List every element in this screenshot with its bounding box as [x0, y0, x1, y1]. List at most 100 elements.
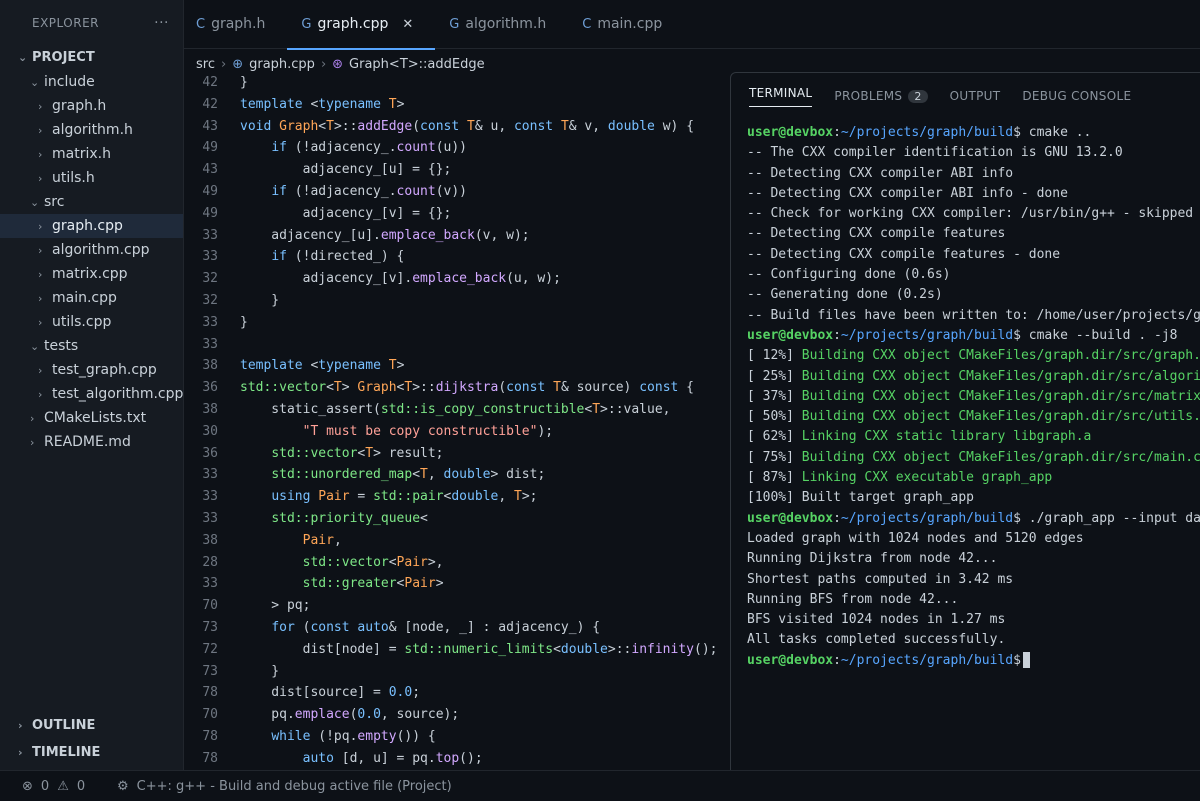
- chevron-right-icon: ›: [38, 244, 43, 257]
- line-number: 78: [202, 750, 218, 766]
- tab-algorithm-h[interactable]: Galgorithm.h: [435, 0, 568, 48]
- file-item[interactable]: › README.md: [0, 430, 183, 454]
- line-number: 78: [202, 728, 218, 744]
- file-item[interactable]: › test_graph.cpp: [0, 358, 183, 382]
- breadcrumb-separator-icon: ›: [320, 56, 327, 72]
- prompt-user: user@devbox: [747, 510, 834, 526]
- terminal-text: -- Detecting CXX compile features: [747, 226, 1006, 242]
- file-item[interactable]: › matrix.cpp: [0, 262, 183, 286]
- panel-tab-label: TERMINAL: [749, 85, 813, 100]
- build-step: Building CXX object CMakeFiles/graph.dir…: [793, 348, 1200, 364]
- terminal-line: user@devbox:~/projects/graph/build$: [747, 651, 1200, 671]
- code-text: adjacency_[u] = {};: [240, 162, 452, 178]
- chevron-right-icon: ›: [38, 100, 43, 113]
- code-text: "T must be copy constructible");: [302, 423, 554, 439]
- line-number: 36: [202, 445, 218, 461]
- line-number: 43: [202, 162, 218, 178]
- code-line: 33 std::greater<Pair>: [184, 573, 730, 595]
- code-text: dist[node] = std::numeric_limits<double>…: [240, 641, 718, 657]
- tab-main-cpp[interactable]: Cmain.cpp: [568, 0, 672, 48]
- chevron-down-icon: ⌄: [30, 196, 40, 209]
- warning-count: 0: [76, 778, 86, 794]
- explorer-title: EXPLORER: [32, 16, 99, 30]
- tab-graph-cpp[interactable]: Ggraph.cpp ✕: [287, 0, 436, 50]
- terminal-line: -- Build files have been written to: /ho…: [747, 306, 1200, 326]
- code-line: 33 using Pair = std::pair<double, T>;: [184, 486, 730, 508]
- error-count: 0: [40, 778, 50, 794]
- project-section[interactable]: ⌄ PROJECT: [0, 46, 183, 70]
- tree-item-label: graph.h: [52, 98, 107, 114]
- file-item[interactable]: › algorithm.cpp: [0, 238, 183, 262]
- code-line: 42}: [184, 72, 730, 94]
- line-number: 38: [202, 401, 218, 417]
- panel-tab-problems[interactable]: PROBLEMS 2: [834, 89, 928, 103]
- problems-indicator[interactable]: ⊗ 0 ⚠ 0: [0, 779, 117, 794]
- error-icon: ⊗: [22, 778, 33, 794]
- tree-item-label: include: [44, 74, 95, 90]
- file-item[interactable]: › graph.h: [0, 94, 183, 118]
- build-percent: [ 37%]: [747, 388, 794, 404]
- terminal-line: [ 37%] Building CXX object CMakeFiles/gr…: [747, 387, 1200, 407]
- folder-item[interactable]: ⌄ src: [0, 190, 183, 214]
- chevron-right-icon: ›: [38, 124, 43, 137]
- line-number: 28: [202, 554, 218, 570]
- prompt-user: user@devbox: [747, 652, 834, 668]
- more-actions-icon[interactable]: ···: [154, 15, 169, 31]
- file-item[interactable]: › graph.cpp: [0, 214, 183, 238]
- terminal-output[interactable]: user@devbox:~/projects/graph/build$ cmak…: [731, 119, 1200, 671]
- code-line: 38 static_assert(std::is_copy_constructi…: [184, 399, 730, 421]
- terminal-line: Loaded graph with 1024 nodes and 5120 ed…: [747, 529, 1200, 549]
- folder-item[interactable]: ⌄ tests: [0, 334, 183, 358]
- tab-graph-h[interactable]: Cgraph.h: [184, 0, 287, 48]
- chevron-right-icon: ›: [38, 316, 43, 329]
- terminal-text: BFS visited 1024 nodes in 1.27 ms: [747, 612, 1006, 628]
- breadcrumb-file[interactable]: graph.cpp: [249, 57, 315, 72]
- line-number: 70: [202, 598, 218, 614]
- outline-section[interactable]: › OUTLINE: [0, 714, 183, 738]
- file-item[interactable]: › main.cpp: [0, 286, 183, 310]
- file-item[interactable]: › CMakeLists.txt: [0, 406, 183, 430]
- code-line: 36 std::vector<T> result;: [184, 443, 730, 465]
- code-line: 33 adjacency_[u].emplace_back(v, w);: [184, 225, 730, 247]
- close-icon[interactable]: ✕: [402, 17, 413, 32]
- terminal-line: user@devbox:~/projects/graph/build$ cmak…: [747, 326, 1200, 346]
- code-editor[interactable]: 42} 42 template <typename T> 43 void Graph<T…: [184, 72, 730, 770]
- line-number: 73: [202, 663, 218, 679]
- chevron-right-icon: ›: [38, 388, 43, 401]
- panel-tab-terminal[interactable]: TERMINAL: [749, 85, 813, 107]
- code-text: while (!pq.empty()) {: [271, 728, 436, 744]
- folder-item[interactable]: ⌄ include: [0, 70, 183, 94]
- file-item[interactable]: › algorithm.h: [0, 118, 183, 142]
- panel-tab-debug-console[interactable]: DEBUG CONSOLE: [1022, 89, 1131, 103]
- line-number: 32: [202, 271, 218, 287]
- terminal-line: [ 50%] Building CXX object CMakeFiles/gr…: [747, 407, 1200, 427]
- prompt-user: user@devbox: [747, 125, 834, 140]
- code-text: }: [240, 663, 280, 679]
- outline-label: OUTLINE: [32, 718, 96, 733]
- build-task-status[interactable]: ⚙ C++: g++ - Build and debug active file…: [117, 779, 452, 794]
- tree-item-label: graph.cpp: [52, 218, 123, 234]
- breadcrumb-symbol[interactable]: Graph<T>::addEdge: [349, 57, 485, 72]
- timeline-section[interactable]: › TIMELINE: [0, 741, 183, 765]
- editor-tabs: Cgraph.h Ggraph.cpp ✕ Galgorithm.h Cmain.cpp: [184, 0, 1200, 50]
- file-item[interactable]: › utils.h: [0, 166, 183, 190]
- file-type-icon: C: [196, 16, 206, 32]
- code-line: 73 for (const auto& [node, _] : adjacenc…: [184, 617, 730, 639]
- code-text: std::greater<Pair>: [302, 576, 444, 592]
- file-item[interactable]: › utils.cpp: [0, 310, 183, 334]
- code-text: pq.emplace(0.0, source);: [240, 707, 460, 723]
- timeline-label: TIMELINE: [32, 745, 101, 760]
- line-number: 49: [202, 183, 218, 199]
- tree-item-label: utils.h: [52, 170, 95, 186]
- terminal-text: [100%] Built target graph_app: [747, 490, 974, 506]
- code-line: 42 template <typename T>: [184, 94, 730, 116]
- warning-icon: ⚠: [57, 778, 69, 794]
- breadcrumb-folder[interactable]: src: [196, 57, 215, 72]
- file-item[interactable]: › matrix.h: [0, 142, 183, 166]
- panel-tab-output[interactable]: OUTPUT: [950, 89, 1001, 103]
- line-number: 36: [202, 380, 218, 396]
- line-number: 30: [202, 423, 218, 439]
- code-text: static_assert(std::is_copy_constructible…: [240, 401, 671, 417]
- file-item[interactable]: › test_algorithm.cpp: [0, 382, 183, 406]
- code-text: }: [240, 75, 248, 90]
